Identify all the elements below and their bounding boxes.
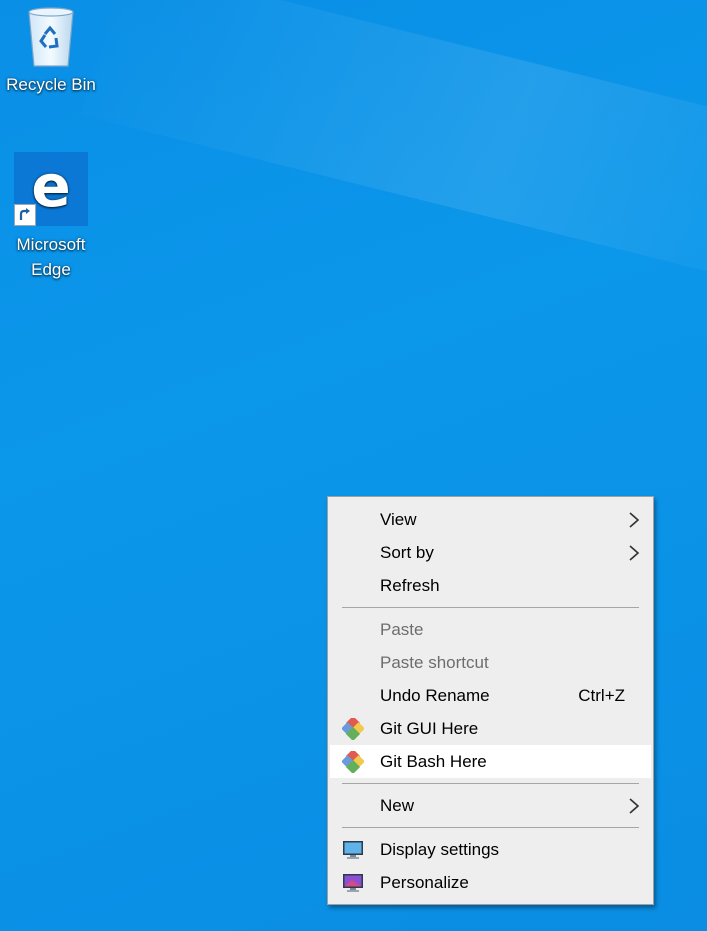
monitor-icon bbox=[343, 841, 363, 859]
desktop-icon-label-line1: Microsoft bbox=[16, 235, 86, 254]
git-icon bbox=[342, 718, 364, 740]
svg-text:e: e bbox=[31, 152, 70, 220]
desktop-icon-label: Recycle Bin bbox=[6, 75, 96, 94]
menu-item-label: Display settings bbox=[380, 840, 500, 859]
menu-item-paste[interactable]: Paste bbox=[330, 613, 651, 646]
shortcut-arrow-icon bbox=[14, 204, 36, 226]
chevron-right-icon bbox=[629, 798, 640, 814]
menu-separator bbox=[342, 827, 639, 828]
menu-item-undo-rename[interactable]: Undo Rename Ctrl+Z bbox=[330, 679, 651, 712]
wallpaper-light-ray bbox=[81, 0, 707, 300]
desktop[interactable]: Recycle Bin e Microsoft Edge View Sort b… bbox=[0, 0, 707, 931]
desktop-context-menu: View Sort by Refresh Paste Paste shortcu… bbox=[327, 496, 654, 905]
desktop-icon-label-line2: Edge bbox=[31, 260, 71, 279]
menu-item-label: Git Bash Here bbox=[380, 752, 487, 771]
menu-item-label: Paste bbox=[380, 620, 424, 639]
menu-item-git-bash-here[interactable]: Git Bash Here bbox=[330, 745, 651, 778]
menu-item-new[interactable]: New bbox=[330, 789, 651, 822]
menu-item-sort-by[interactable]: Sort by bbox=[330, 536, 651, 569]
recycle-bin-icon bbox=[28, 7, 74, 67]
menu-separator bbox=[342, 607, 639, 608]
chevron-right-icon bbox=[629, 512, 640, 528]
menu-item-label: Refresh bbox=[380, 576, 440, 595]
menu-item-label: Sort by bbox=[380, 543, 434, 562]
chevron-right-icon bbox=[629, 545, 640, 561]
menu-item-label: New bbox=[380, 796, 415, 815]
menu-item-paste-shortcut[interactable]: Paste shortcut bbox=[330, 646, 651, 679]
menu-item-shortcut: Ctrl+Z bbox=[578, 686, 625, 705]
menu-item-label: Paste shortcut bbox=[380, 653, 489, 672]
personalize-icon bbox=[343, 874, 363, 892]
menu-item-label: Git GUI Here bbox=[380, 719, 479, 738]
menu-item-display-settings[interactable]: Display settings bbox=[330, 833, 651, 866]
menu-item-label: View bbox=[380, 510, 417, 529]
git-icon bbox=[342, 751, 364, 773]
menu-item-refresh[interactable]: Refresh bbox=[330, 569, 651, 602]
menu-item-label: Personalize bbox=[380, 873, 469, 892]
menu-item-view[interactable]: View bbox=[330, 503, 651, 536]
desktop-icon-recycle-bin[interactable]: Recycle Bin bbox=[3, 2, 99, 97]
menu-separator bbox=[342, 783, 639, 784]
menu-item-label: Undo Rename bbox=[380, 686, 490, 705]
menu-item-personalize[interactable]: Personalize bbox=[330, 866, 651, 899]
desktop-icon-microsoft-edge[interactable]: e Microsoft Edge bbox=[3, 152, 99, 282]
menu-item-git-gui-here[interactable]: Git GUI Here bbox=[330, 712, 651, 745]
